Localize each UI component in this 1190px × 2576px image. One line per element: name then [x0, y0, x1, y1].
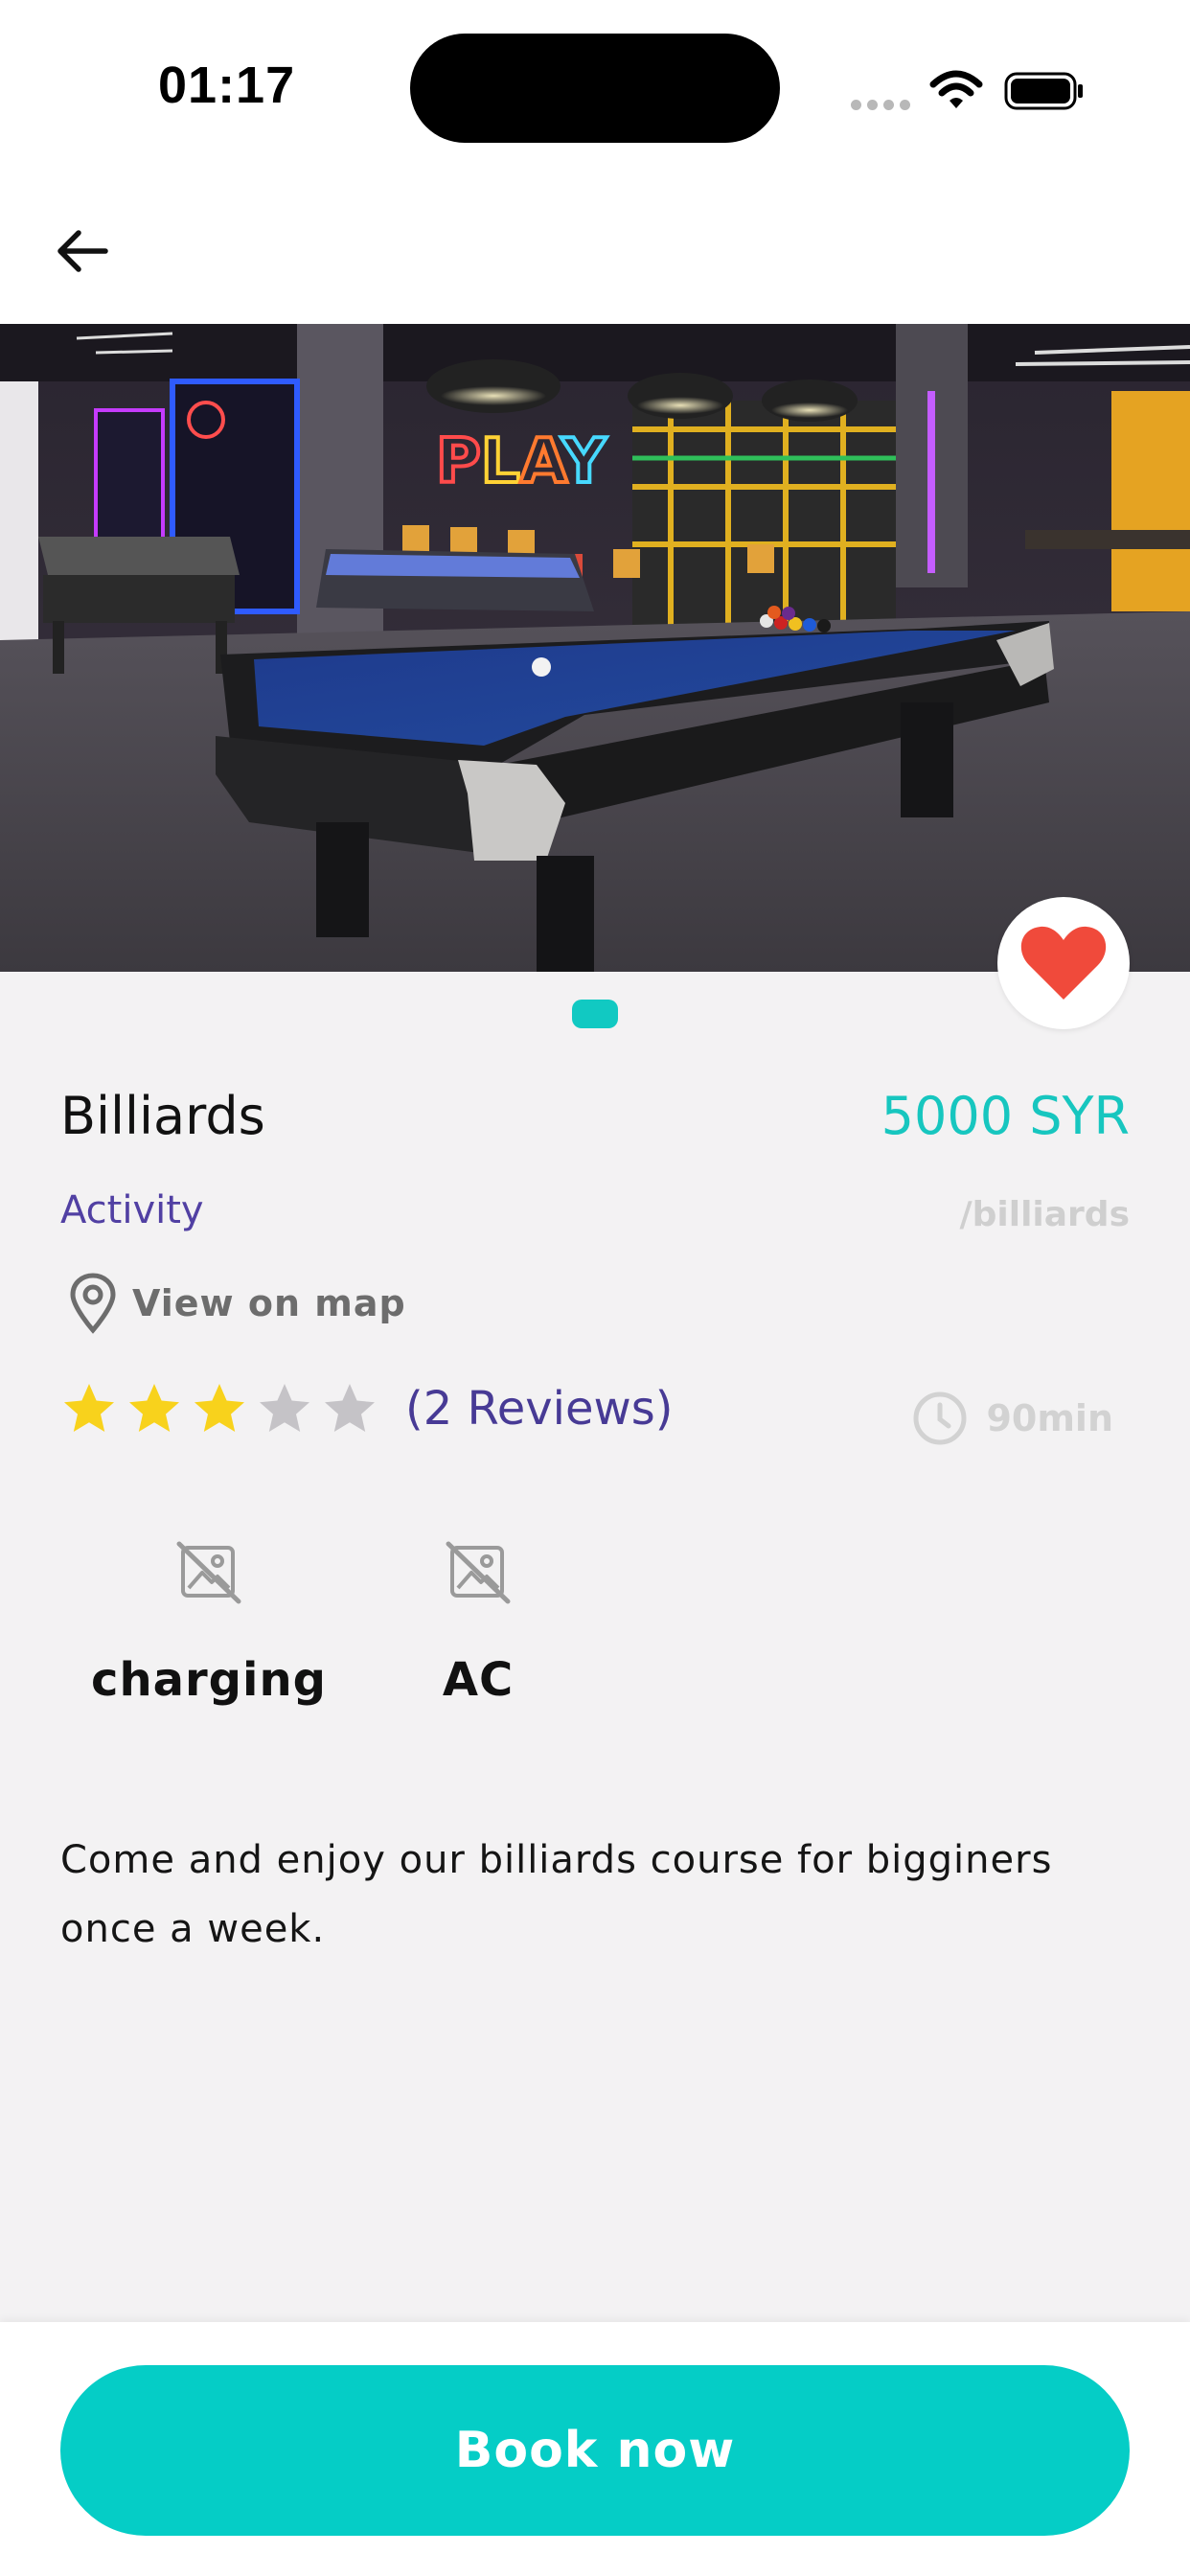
activity-category: Activity [60, 1188, 204, 1232]
amenity-item: charging [84, 1538, 333, 1707]
battery-icon [1004, 72, 1083, 110]
book-now-button[interactable]: Book now [60, 2365, 1130, 2536]
amenity-item: AC [354, 1538, 603, 1707]
view-on-map-label: View on map [132, 1282, 406, 1324]
image-off-icon [446, 1541, 511, 1604]
rating[interactable]: (2 Reviews) [60, 1380, 674, 1438]
billiards-room-illustration: PLAY [0, 324, 1190, 972]
duration-label: 90min [986, 1397, 1113, 1439]
clock-icon [913, 1392, 967, 1445]
star-filled-icon [64, 1384, 114, 1432]
activity-description: Come and enjoy our billiards course for … [60, 1838, 1053, 1951]
status-icons [851, 67, 1090, 115]
image-off-icon [176, 1541, 241, 1604]
svg-text:PLAY: PLAY [436, 426, 606, 497]
dynamic-island [410, 34, 780, 143]
bottom-action-bar: Book now [0, 2322, 1190, 2576]
back-arrow-icon[interactable] [52, 220, 113, 282]
star-empty-icon [325, 1384, 375, 1432]
wifi-icon [929, 70, 983, 108]
amenity-name: AC [442, 1653, 515, 1707]
duration: 90min [911, 1390, 1113, 1447]
favorite-button[interactable] [997, 897, 1130, 1029]
reviews-count-link[interactable]: (2 Reviews) [405, 1382, 674, 1436]
location-pin-icon [70, 1273, 116, 1334]
status-time: 01:17 [158, 57, 296, 114]
status-bar: 01:17 [0, 0, 1190, 182]
star-filled-icon [195, 1384, 244, 1432]
star-filled-icon [129, 1384, 179, 1432]
carousel-page-indicator [572, 1000, 618, 1028]
activity-price: 5000 SYR [881, 1086, 1130, 1146]
heart-icon [1020, 926, 1107, 1000]
view-on-map-link[interactable]: View on map [67, 1270, 406, 1337]
amenity-name: charging [90, 1653, 328, 1707]
app-header [0, 182, 1190, 326]
star-empty-icon [260, 1384, 309, 1432]
activity-image[interactable]: PLAY [0, 324, 1190, 972]
activity-title: Billiards [60, 1086, 265, 1146]
price-unit: /billiards [959, 1195, 1130, 1234]
cellular-signal-icon [851, 96, 916, 114]
